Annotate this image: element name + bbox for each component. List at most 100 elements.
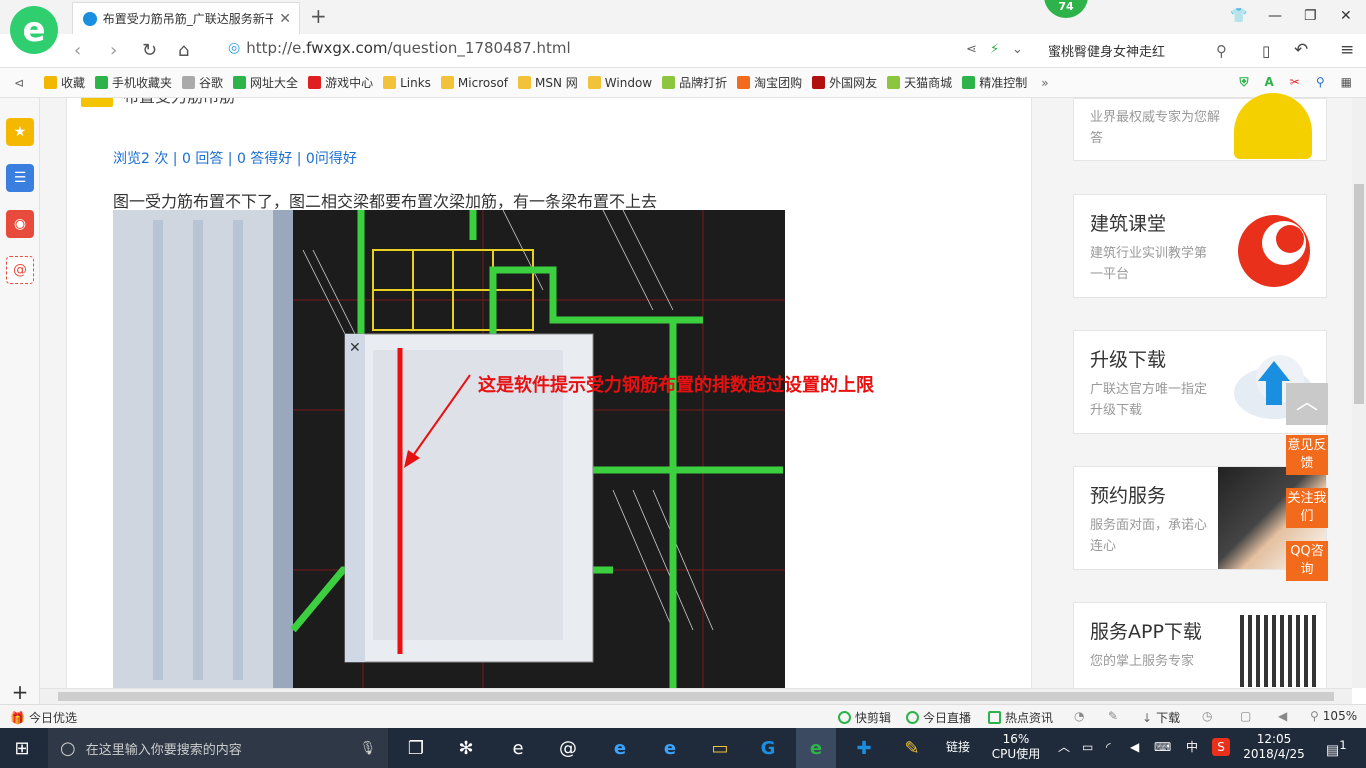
browser-taskbar-icon[interactable]: e bbox=[796, 728, 836, 768]
microphone-icon[interactable]: 🎙 bbox=[359, 741, 376, 756]
new-tab-button[interactable]: + bbox=[310, 4, 327, 28]
status-item-clip[interactable]: 快剪辑 bbox=[838, 709, 891, 726]
qq-button[interactable]: QQ咨询 bbox=[1286, 541, 1328, 581]
follow-button[interactable]: 关注我们 bbox=[1286, 488, 1328, 528]
ie-alt-icon[interactable]: e bbox=[504, 734, 532, 762]
clock[interactable]: 12:05 2018/4/25 bbox=[1240, 732, 1308, 762]
battery-icon[interactable]: ▭ bbox=[1082, 740, 1093, 755]
weibo-icon[interactable]: ◉ bbox=[6, 210, 34, 238]
bookmark-item[interactable]: 品牌打折 bbox=[662, 74, 727, 91]
notes-app-icon[interactable]: ✎ bbox=[898, 734, 926, 762]
spiral-app-icon[interactable]: @ bbox=[554, 734, 582, 762]
skin-icon[interactable]: 👕 bbox=[1230, 8, 1247, 24]
refresh-icon[interactable]: ↻ bbox=[142, 40, 157, 61]
bookmark-item[interactable]: MSN 网 bbox=[518, 74, 578, 91]
course-card[interactable]: 建筑课堂 建筑行业实训教学第一平台 bbox=[1073, 194, 1327, 298]
sound-icon[interactable]: ◀ bbox=[1278, 709, 1287, 723]
edge-icon[interactable]: e bbox=[606, 734, 634, 762]
cortana-icon: ○ bbox=[60, 737, 76, 759]
back-icon[interactable]: ‹ bbox=[74, 40, 81, 61]
chevron-down-icon[interactable]: ⌄ bbox=[1012, 42, 1023, 57]
scissors-icon[interactable]: ✂ bbox=[1290, 75, 1300, 90]
browser-logo[interactable]: e bbox=[10, 6, 58, 54]
speed-icon[interactable]: ◔ bbox=[1074, 709, 1084, 723]
more-bookmarks-icon[interactable]: » bbox=[1041, 76, 1048, 90]
email-icon[interactable]: @ bbox=[6, 256, 34, 284]
status-item-news[interactable]: 热点资讯 bbox=[988, 709, 1053, 726]
home-icon[interactable]: ⌂ bbox=[178, 40, 189, 61]
wifi-icon[interactable]: ◜ bbox=[1106, 740, 1111, 755]
add-sidebar-icon[interactable]: + bbox=[6, 678, 34, 706]
share-icon[interactable]: ⋖ bbox=[966, 42, 977, 57]
app-download-card[interactable]: 服务APP下载 您的掌上服务专家 bbox=[1073, 602, 1327, 692]
favorites-star-icon[interactable]: ★ bbox=[6, 118, 34, 146]
video-clip-icon bbox=[838, 711, 851, 724]
magnifier-icon[interactable]: ⚲ bbox=[1316, 75, 1325, 90]
bookmark-item[interactable]: 谷歌 bbox=[182, 74, 223, 91]
windows-start-icon[interactable]: ⊞ bbox=[8, 734, 36, 762]
horizontal-scrollbar[interactable] bbox=[40, 688, 1352, 704]
bookmark-item[interactable]: Microsof bbox=[440, 76, 508, 90]
bookmark-item[interactable]: 淘宝团购 bbox=[737, 74, 802, 91]
volume-icon[interactable]: ◀ bbox=[1130, 740, 1139, 755]
notification-center-icon[interactable]: ▤1 bbox=[1326, 738, 1347, 759]
undo-icon[interactable]: ↶ bbox=[1294, 40, 1308, 60]
plus-app-icon[interactable]: ✚ bbox=[850, 734, 878, 762]
menu-icon[interactable]: ≡ bbox=[1340, 40, 1354, 60]
collapse-sidebar-icon[interactable]: ⊲ bbox=[0, 76, 44, 90]
bookmark-item[interactable]: 收藏 bbox=[44, 74, 85, 91]
today-picks[interactable]: 🎁 今日优选 bbox=[10, 709, 77, 726]
feedback-button[interactable]: 意见反馈 bbox=[1286, 435, 1328, 475]
bookmark-item[interactable]: 外国网友 bbox=[812, 74, 877, 91]
status-item-live[interactable]: 今日直播 bbox=[906, 709, 971, 726]
translate-icon[interactable]: A bbox=[1265, 75, 1274, 90]
bookmark-item[interactable]: 游戏中心 bbox=[308, 74, 373, 91]
lightning-icon[interactable]: ⚡ bbox=[990, 42, 999, 57]
bookmark-item[interactable]: Window bbox=[587, 76, 652, 90]
horizontal-scroll-thumb[interactable] bbox=[58, 692, 1334, 701]
phone-icon[interactable]: ▯ bbox=[1262, 42, 1270, 60]
annotation-text: 这是软件提示受力钢筋布置的排数超过设置的上限 bbox=[478, 375, 874, 396]
history-icon[interactable]: ◷ bbox=[1202, 709, 1212, 723]
window-icon[interactable]: ▢ bbox=[1240, 709, 1251, 723]
vertical-scrollbar[interactable] bbox=[1352, 98, 1366, 688]
search-field[interactable]: 蜜桃臀健身女神走红 bbox=[1048, 41, 1165, 60]
task-view-icon[interactable]: ❐ bbox=[402, 734, 430, 762]
bookmark-icon bbox=[587, 76, 601, 89]
bookmark-item[interactable]: 精准控制 bbox=[962, 74, 1027, 91]
bookmark-icon bbox=[887, 76, 901, 89]
taskbar: ⊞ ○ 在这里输入你要搜索的内容 🎙 ❐ ✻ e @ e e ▭ G e ✚ ✎… bbox=[0, 728, 1366, 768]
forward-icon[interactable]: › bbox=[110, 40, 117, 61]
expert-card[interactable]: 业界最权威专家为您解答 bbox=[1073, 93, 1327, 161]
status-item-download[interactable]: ↓ 下载 bbox=[1142, 709, 1180, 726]
bookmark-item[interactable]: 手机收藏夹 bbox=[95, 74, 172, 91]
links-toolbar[interactable]: 链接 bbox=[946, 740, 970, 755]
back-to-top-button[interactable]: ︿ bbox=[1286, 383, 1328, 425]
score-badge[interactable]: 74 bbox=[1044, 0, 1088, 18]
vertical-scroll-thumb[interactable] bbox=[1354, 184, 1364, 404]
ie-icon[interactable]: e bbox=[656, 734, 684, 762]
bookmark-item[interactable]: 网址大全 bbox=[233, 74, 298, 91]
news-icon[interactable]: ☰ bbox=[6, 164, 34, 192]
fan-app-icon[interactable]: ✻ bbox=[452, 734, 480, 762]
file-explorer-icon[interactable]: ▭ bbox=[706, 734, 734, 762]
glodon-app-icon[interactable]: G bbox=[754, 734, 782, 762]
tray-chevron-icon[interactable]: ︿ bbox=[1058, 740, 1070, 755]
shield-icon[interactable]: ⛨ bbox=[1239, 75, 1248, 90]
zoom-level[interactable]: ⚲ 105% bbox=[1310, 709, 1357, 723]
sogou-ime-icon[interactable]: S bbox=[1212, 738, 1230, 756]
taskbar-search[interactable]: ○ 在这里输入你要搜索的内容 🎙 bbox=[48, 728, 388, 768]
bookmark-item[interactable]: Links bbox=[383, 76, 431, 90]
grid-icon[interactable]: ▦ bbox=[1341, 75, 1352, 90]
pin-icon[interactable]: ✎ bbox=[1108, 709, 1118, 723]
maximize-icon[interactable]: ❐ bbox=[1304, 8, 1317, 24]
url-field[interactable]: ◎ http://e.fwxgx.com/question_1780487.ht… bbox=[228, 39, 571, 57]
tab-close-icon[interactable]: ✕ bbox=[279, 11, 291, 27]
ime-indicator[interactable]: 中 bbox=[1186, 740, 1198, 755]
tab-active[interactable]: 布置受力筋吊筋_广联达服务新干 ✕ bbox=[72, 2, 300, 34]
keyboard-icon[interactable]: ⌨ bbox=[1154, 740, 1171, 755]
close-window-icon[interactable]: ✕ bbox=[1340, 8, 1352, 24]
minimize-icon[interactable]: — bbox=[1268, 8, 1282, 24]
search-icon[interactable]: ⚲ bbox=[1216, 42, 1227, 60]
bookmark-item[interactable]: 天猫商城 bbox=[887, 74, 952, 91]
